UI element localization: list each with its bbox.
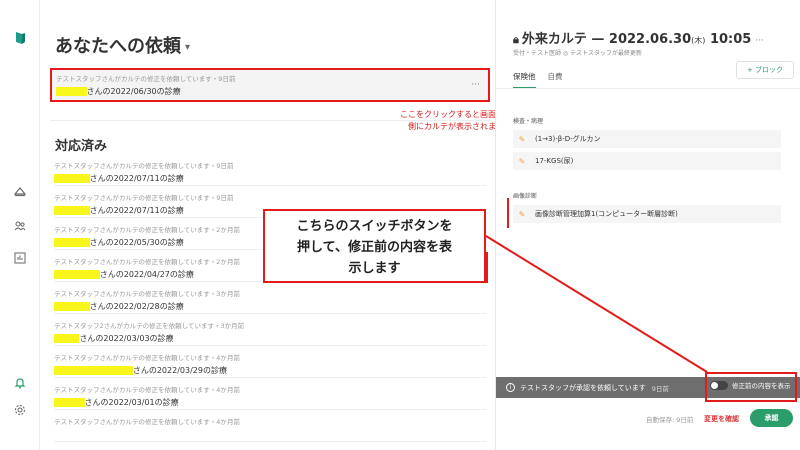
request-content: テストスタッフさんがカルテの修正を依頼しています・9日前 さんの2022/06/… <box>56 73 235 97</box>
add-block-button[interactable]: + ブロック <box>736 61 794 79</box>
pill-icon: ✎ <box>518 209 526 219</box>
toggle-switch[interactable] <box>710 380 728 390</box>
row-record-text: さんの2022/07/11の診療 <box>89 206 184 215</box>
info-icon: i <box>506 383 515 392</box>
request-record: さんの2022/06/30の診療 <box>56 86 235 97</box>
list-item[interactable]: テストスタッフ2さんがカルテの修正を依頼しています・3か月前 さんの2022/0… <box>54 317 486 346</box>
chart-entry[interactable]: ✎ 画像診断管理加算1(コンピューター断層診断) <box>513 205 781 223</box>
row-record-text: さんの2022/03/03の診療 <box>79 334 174 343</box>
divider <box>50 120 490 121</box>
row-record: さんの2022/03/29の診療 <box>54 365 486 376</box>
list-item[interactable]: テストスタッフさんがカルテの修正を依頼しています・3か月前 さんの2022/02… <box>54 285 486 314</box>
row-record-text: さんの2022/03/29の診療 <box>132 366 227 375</box>
lock-icon: 🔒︎ <box>513 33 519 46</box>
switch-callout: こちらのスイッチボタンを 押して、修正前の内容を表 示します <box>263 209 486 283</box>
chart-day-of-week: (木) <box>691 36 706 45</box>
page-title-text: あなたへの依頼 <box>55 36 181 57</box>
row-meta: テストスタッフさんがカルテの修正を依頼しています・3か月前 <box>54 290 240 298</box>
autosave-text: 自動保存: 9日前 <box>646 416 694 424</box>
redacted-name <box>54 238 90 247</box>
show-original-switch-highlight: 修正前の内容を表示 <box>705 372 797 402</box>
redacted-name <box>54 206 90 215</box>
row-meta: テストスタッフさんがカルテの修正を依頼しています・4か月前 <box>54 418 240 426</box>
switch-label: 修正前の内容を表示 <box>732 382 791 390</box>
list-item[interactable]: テストスタッフさんがカルテの修正を依頼しています・9日前 さんの2022/07/… <box>54 157 486 186</box>
list-item[interactable]: テストスタッフさんがカルテの修正を依頼しています・4か月前 さんの2022/03… <box>54 381 486 410</box>
tabs: 保険他 自費 <box>513 71 575 89</box>
gear-icon[interactable] <box>12 402 28 418</box>
callout-line-2: 押して、修正前の内容を表 <box>297 240 452 255</box>
page-title[interactable]: あなたへの依頼 ▾ <box>55 32 190 58</box>
chart-time: 10:05 <box>709 32 752 47</box>
chart-title: 外来カルテ — 2022.06.30 <box>521 32 692 47</box>
status-text: テストスタッフが承認を依頼しています <box>520 383 646 392</box>
more-icon[interactable]: ··· <box>755 36 764 46</box>
redacted-name <box>56 87 87 96</box>
row-record-text: さんの2022/07/11の診療 <box>89 174 184 183</box>
row-meta: テストスタッフ2さんがカルテの修正を依頼しています・3か月前 <box>54 322 245 330</box>
row-meta: テストスタッフさんがカルテの修正を依頼しています・9日前 <box>54 194 234 202</box>
section-title-done: 対応済み <box>55 139 108 154</box>
chart-entry[interactable]: ✎ 17-KGS(尿) <box>513 152 781 170</box>
chart-subtitle: 受付・テスト医師 ◎ テストスタッフが最終更新 <box>513 50 643 57</box>
callout-line-1: こちらのスイッチボタンを <box>296 219 453 234</box>
redacted-name <box>54 398 85 407</box>
redacted-name <box>54 174 90 183</box>
chart-entry-text: 画像診断管理加算1(コンピューター断層診断) <box>535 210 678 218</box>
more-icon[interactable]: ··· <box>471 80 480 90</box>
chevron-down-icon[interactable]: ▾ <box>185 42 190 53</box>
pill-icon: ✎ <box>518 156 526 166</box>
row-meta: テストスタッフさんがカルテの修正を依頼しています・4か月前 <box>54 354 240 362</box>
tab-self-pay[interactable]: 自費 <box>548 71 563 87</box>
redacted-name <box>54 334 80 343</box>
pill-icon: ✎ <box>518 134 526 144</box>
home-icon[interactable] <box>12 183 28 199</box>
callout-line-3: 示します <box>348 261 401 276</box>
bell-icon[interactable] <box>12 375 28 391</box>
row-meta: テストスタッフさんがカルテの修正を依頼しています・9日前 <box>54 162 234 170</box>
row-meta: テストスタッフさんがカルテの修正を依頼しています・4か月前 <box>54 386 240 394</box>
icon-rail <box>0 0 40 450</box>
chart-icon[interactable] <box>12 250 28 266</box>
chart-panel: 🔒︎ 外来カルテ — 2022.06.30(木) 10:05 ··· 受付・テスト医… <box>495 0 800 450</box>
request-item[interactable]: テストスタッフさんがカルテの修正を依頼しています・9日前 さんの2022/06/… <box>50 68 490 102</box>
request-meta: テストスタッフさんがカルテの修正を依頼しています・9日前 <box>56 75 236 83</box>
users-icon[interactable] <box>12 218 28 234</box>
logo-icon[interactable] <box>12 30 28 46</box>
list-item[interactable]: テストスタッフさんがカルテの修正を依頼しています・4か月前 <box>54 413 486 442</box>
row-record: さんの2022/03/01の診療 <box>54 397 486 408</box>
request-record-text: さんの2022/06/30の診療 <box>86 87 181 96</box>
tab-insurance[interactable]: 保険他 <box>513 71 536 89</box>
chart-entry-text: (1→3)-β-D-グルカン <box>535 135 601 143</box>
row-record-text: さんの2022/04/27の診療 <box>99 270 194 279</box>
redacted-name <box>54 302 90 311</box>
list-item[interactable]: テストスタッフさんがカルテの修正を依頼しています・4か月前 さんの2022/03… <box>54 349 486 378</box>
annotation-click-hint: ここをクリックすると画面右 側にカルテが表示されます <box>374 109 495 133</box>
annotation-line-2: 側にカルテが表示されます <box>408 122 495 131</box>
section-label-exam: 検査・病理 <box>513 118 544 125</box>
row-record-text: さんの2022/02/28の診療 <box>89 302 184 311</box>
divider <box>496 88 800 89</box>
row-record: さんの2022/02/28の診療 <box>54 301 486 312</box>
status-ago: 9日前 <box>651 384 669 393</box>
approve-button[interactable]: 承認 <box>750 409 793 427</box>
show-original-switch[interactable]: 修正前の内容を表示 <box>710 380 791 390</box>
redacted-name <box>54 270 100 279</box>
chart-header: 🔒︎ 外来カルテ — 2022.06.30(木) 10:05 ··· <box>513 28 764 47</box>
row-record: さんの2022/07/11の診療 <box>54 173 486 184</box>
redacted-name <box>54 366 133 375</box>
chart-entry-text: 17-KGS(尿) <box>535 157 574 165</box>
done-list: テストスタッフさんがカルテの修正を依頼しています・9日前 さんの2022/07/… <box>54 157 486 445</box>
chart-entry[interactable]: ✎ (1→3)-β-D-グルカン <box>513 130 781 148</box>
row-record-text: さんの2022/03/01の診療 <box>84 398 179 407</box>
confirm-changes-link[interactable]: 変更を確認 <box>704 414 739 424</box>
row-record-text: さんの2022/05/30の診療 <box>89 238 184 247</box>
toggle-knob <box>711 381 718 389</box>
chart-footer: 自動保存: 9日前 変更を確認 承認 <box>496 405 800 433</box>
row-record: さんの2022/03/03の診療 <box>54 333 486 344</box>
